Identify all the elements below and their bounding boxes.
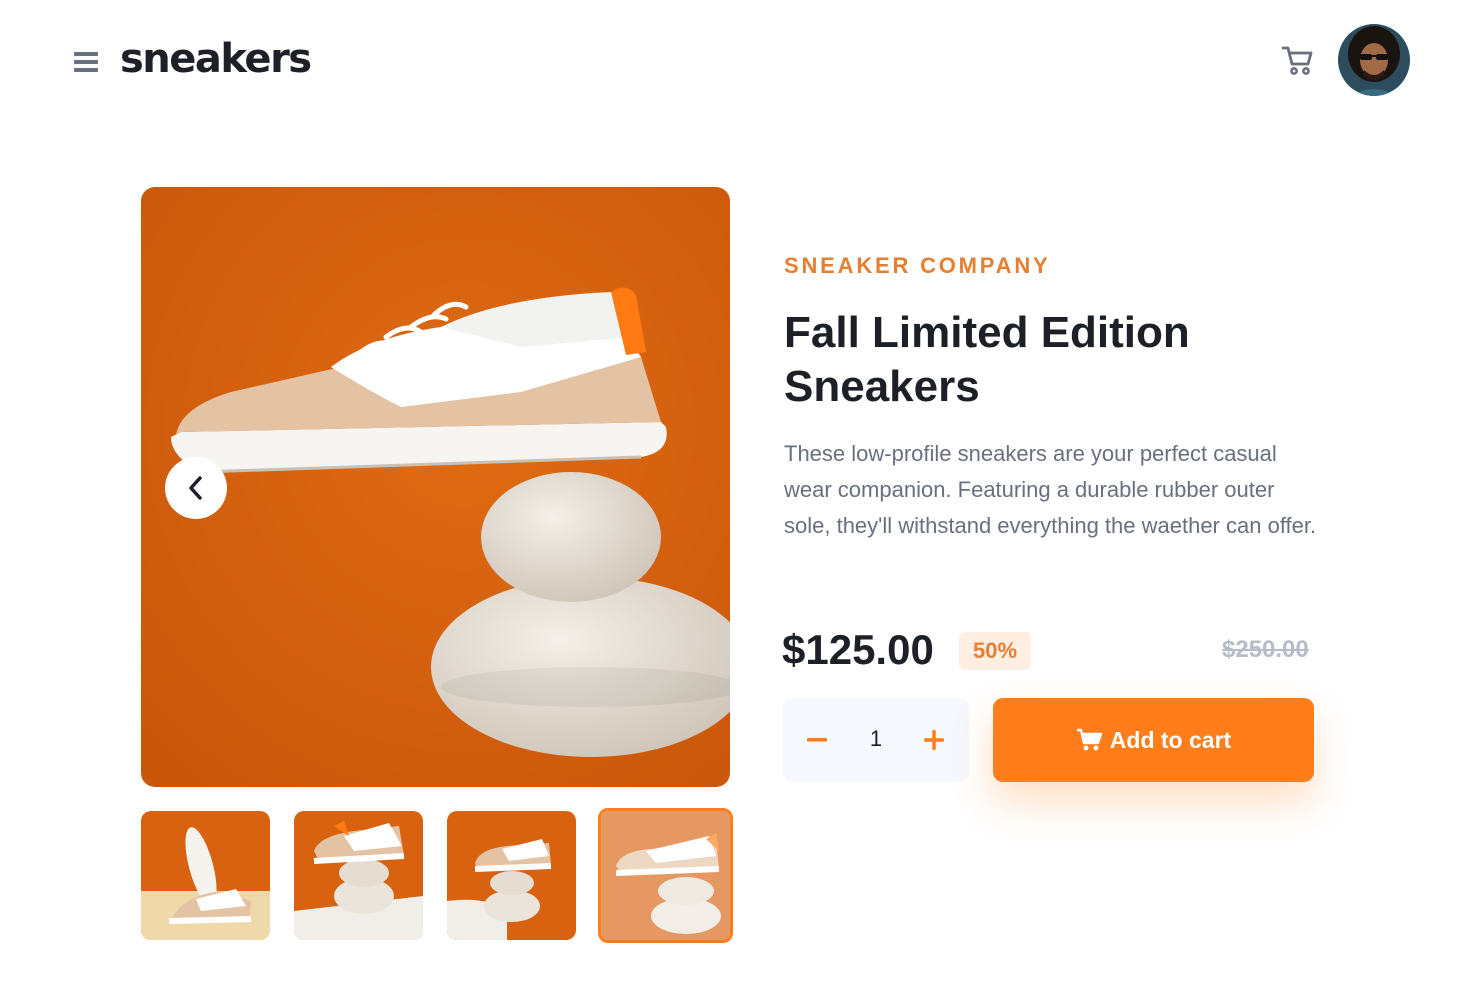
company-name: SNEAKER COMPANY (784, 253, 1051, 278)
hamburger-menu-icon[interactable] (74, 52, 98, 74)
product-description: These low-profile sneakers are your perf… (784, 441, 1317, 538)
chevron-left-icon (189, 476, 202, 500)
original-price: $250.00 (1222, 636, 1309, 663)
current-price: $125.00 (782, 626, 934, 673)
previous-image-button[interactable] (165, 457, 227, 519)
cart-icon (1076, 728, 1102, 751)
increase-quantity-button[interactable] (914, 720, 954, 760)
thumbnail-3[interactable] (447, 811, 576, 940)
menu-bar (74, 60, 98, 64)
plus-icon (924, 730, 944, 750)
main-product-image[interactable] (141, 187, 730, 787)
menu-bar (74, 68, 98, 72)
thumbnail-2[interactable] (294, 811, 423, 940)
thumbnail-1[interactable] (141, 811, 270, 940)
site-logo[interactable]: sneakers (120, 36, 312, 82)
thumbnail-4[interactable] (598, 808, 733, 943)
discount-badge: 50% (959, 632, 1031, 670)
menu-bar (74, 52, 98, 56)
quantity-stepper: 1 (783, 698, 969, 782)
user-avatar[interactable] (1338, 24, 1410, 96)
add-to-cart-label: Add to cart (1109, 726, 1232, 753)
cart-icon[interactable] (1280, 42, 1316, 78)
decrease-quantity-button[interactable] (797, 720, 837, 760)
minus-icon (807, 738, 827, 742)
add-to-cart-button[interactable]: Add to cart (993, 698, 1314, 782)
site-header: sneakers (0, 0, 1484, 120)
product-title: Fall Limited Edition Sneakers (784, 308, 1190, 411)
quantity-value[interactable]: 1 (843, 726, 909, 752)
thumbnail-selected-overlay (601, 811, 730, 940)
